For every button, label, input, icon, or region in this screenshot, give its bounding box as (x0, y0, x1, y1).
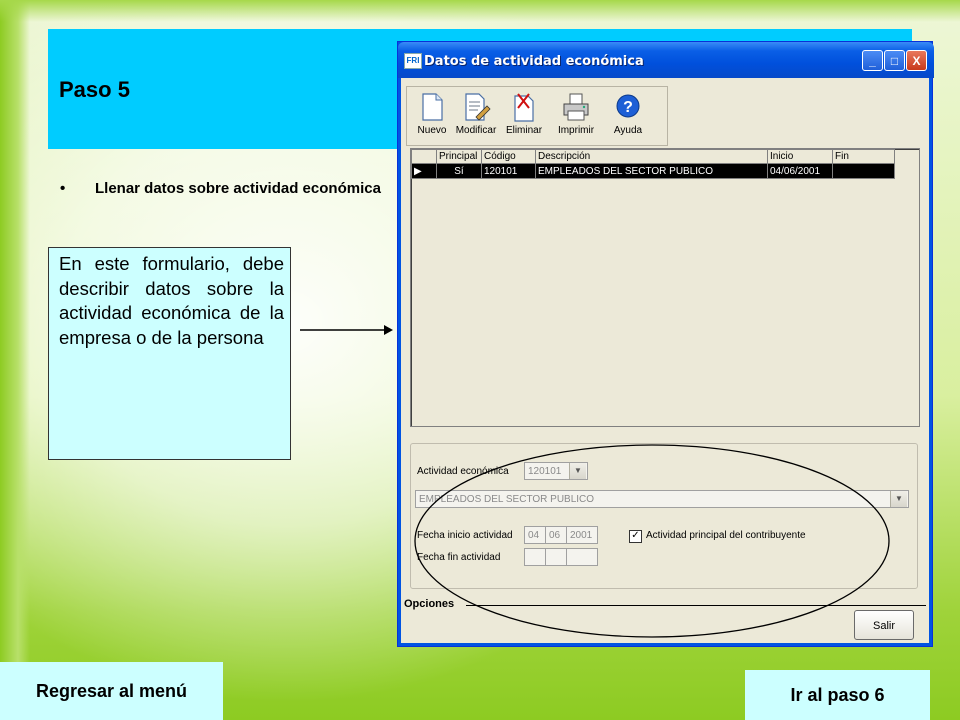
toolbar-edit-label: Modificar (455, 125, 497, 136)
grid-header-row: Principal Código Descripción Inicio Fin (411, 149, 895, 164)
minimize-button[interactable]: _ (862, 50, 883, 71)
dialog-title: Datos de actividad económica (424, 54, 644, 69)
instruction-note: En este formulario, debe describir datos… (48, 247, 291, 460)
pointer-arrow (300, 325, 393, 335)
grid-header-principal[interactable]: Principal (436, 149, 482, 164)
bullet-text: Llenar datos sobre actividad económica (95, 180, 381, 197)
toolbar-new-label: Nuevo (417, 125, 447, 136)
toolbar-help-button[interactable]: ? Ayuda (605, 91, 651, 143)
close-button[interactable]: X (906, 50, 927, 71)
activities-grid[interactable]: Principal Código Descripción Inicio Fin … (410, 148, 920, 427)
printer-icon (563, 93, 589, 121)
cell-principal[interactable]: Sí (436, 163, 482, 179)
toolbar-help-label: Ayuda (613, 125, 643, 136)
highlight-ellipse (414, 444, 890, 638)
toolbar-print-button[interactable]: Imprimir (553, 91, 599, 143)
cell-inicio[interactable]: 04/06/2001 (767, 163, 833, 179)
grid-header-inicio[interactable]: Inicio (767, 149, 833, 164)
back-to-menu-button[interactable]: Regresar al menú (0, 662, 223, 720)
cell-fin[interactable] (832, 163, 895, 179)
grid-header-descripcion[interactable]: Descripción (535, 149, 768, 164)
cell-codigo[interactable]: 120101 (481, 163, 536, 179)
table-row[interactable]: ▶ Sí 120101 EMPLEADOS DEL SECTOR PUBLICO… (411, 163, 895, 179)
next-step-button[interactable]: Ir al paso 6 (745, 670, 930, 720)
help-icon: ? (616, 94, 640, 118)
grid-header-indicator (411, 149, 437, 164)
row-indicator: ▶ (411, 163, 437, 179)
new-document-icon (422, 93, 443, 121)
toolbar: Nuevo Modificar Eliminar Imprimir ? Ayud… (406, 86, 668, 146)
slide-frame-top (0, 0, 960, 22)
grid-header-codigo[interactable]: Código (481, 149, 536, 164)
slide-frame-left (0, 0, 30, 720)
toolbar-delete-label: Eliminar (505, 125, 543, 136)
toolbar-edit-button[interactable]: Modificar (453, 91, 499, 143)
bullet-marker: • (60, 180, 66, 197)
edit-document-icon (465, 93, 491, 121)
grid-header-fin[interactable]: Fin (832, 149, 895, 164)
maximize-button[interactable]: □ (884, 50, 905, 71)
cell-descripcion[interactable]: EMPLEADOS DEL SECTOR PUBLICO (535, 163, 768, 179)
toolbar-delete-button[interactable]: Eliminar (501, 91, 547, 143)
dialog-titlebar[interactable]: FRI Datos de actividad económica _ □ X (398, 42, 934, 78)
activities-table: Principal Código Descripción Inicio Fin … (411, 149, 895, 179)
toolbar-print-label: Imprimir (557, 125, 595, 136)
delete-document-icon (514, 93, 534, 122)
chevron-down-icon[interactable]: ▼ (890, 491, 907, 507)
slide-title: Paso 5 (59, 77, 130, 102)
app-icon: FRI (404, 53, 422, 69)
svg-text:?: ? (623, 99, 633, 116)
toolbar-new-button[interactable]: Nuevo (409, 91, 455, 143)
